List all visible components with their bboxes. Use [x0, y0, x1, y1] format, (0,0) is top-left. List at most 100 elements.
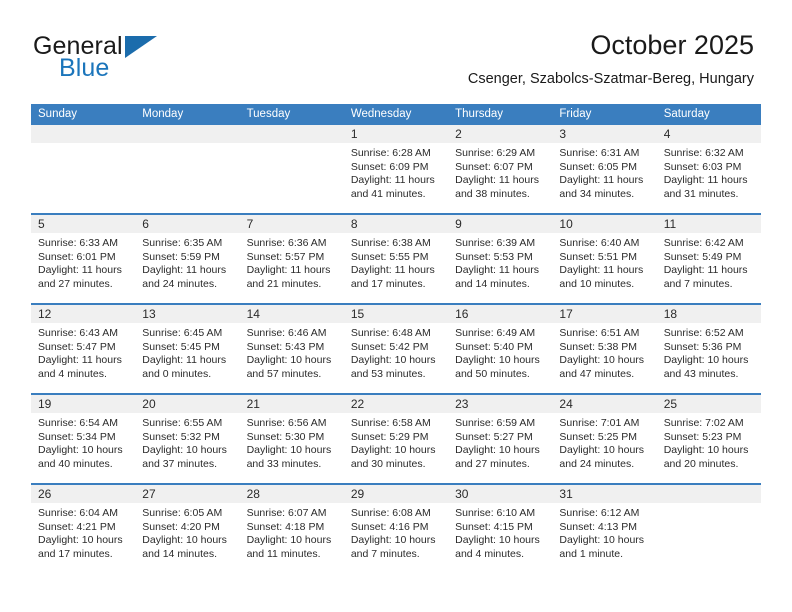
- daylight-text-line2: and 34 minutes.: [559, 187, 635, 200]
- calendar-day-cell[interactable]: 29 Sunrise: 6:08 AM Sunset: 4:16 PM Dayligh…: [343, 485, 449, 573]
- daylight-text-line2: and 47 minutes.: [559, 367, 635, 380]
- calendar-day-cell[interactable]: 10 Sunrise: 6:40 AM Sunset: 5:51 PM Dayligh…: [552, 215, 657, 303]
- daylight-text-line1: Daylight: 10 hours: [559, 534, 645, 547]
- daylight-text-line2: and 17 minutes.: [350, 277, 426, 290]
- sunrise-text: Sunrise: 7:01 AM: [559, 417, 640, 429]
- calendar-day-cell[interactable]: 11 Sunrise: 6:42 AM Sunset: 5:49 PM Dayligh…: [656, 215, 761, 303]
- day-sun-info: Sunrise: 7:02 AM Sunset: 5:23 PM Daylight:…: [657, 413, 761, 471]
- location-subtitle: Csenger, Szabolcs-Szatmar-Bereg, Hungary: [467, 71, 754, 87]
- day-number: 30: [448, 485, 553, 503]
- calendar-day-cell[interactable]: 21 Sunrise: 6:56 AM Sunset: 5:30 PM Dayligh…: [239, 395, 344, 483]
- sunset-text: Sunset: 6:07 PM: [455, 160, 533, 173]
- day-number: 19: [31, 395, 136, 413]
- daylight-text-line1: Daylight: 10 hours: [38, 534, 123, 547]
- day-sun-info: Sunrise: 6:45 AM Sunset: 5:45 PM Daylight:…: [135, 323, 239, 381]
- calendar-day-cell[interactable]: 30 Sunrise: 6:10 AM Sunset: 4:15 PM Dayligh…: [448, 485, 553, 573]
- sunrise-text: Sunrise: 6:32 AM: [663, 147, 744, 159]
- calendar-day-cell[interactable]: 13 Sunrise: 6:45 AM Sunset: 5:45 PM Dayligh…: [135, 305, 240, 393]
- calendar-day-cell[interactable]: 19 Sunrise: 6:54 AM Sunset: 5:34 PM Dayligh…: [31, 395, 136, 483]
- daylight-text-line2: and 11 minutes.: [246, 547, 321, 560]
- day-sun-info: Sunrise: 6:42 AM Sunset: 5:49 PM Daylight:…: [657, 233, 761, 291]
- daylight-text-line2: and 43 minutes.: [663, 367, 739, 380]
- page-header: General Blue October 2025 Csenger, Szabo…: [0, 0, 792, 100]
- calendar-day-cell[interactable]: 6 Sunrise: 6:35 AM Sunset: 5:59 PM Daylight…: [135, 215, 240, 303]
- calendar-day-cell[interactable]: 3 Sunrise: 6:31 AM Sunset: 6:05 PM Daylight…: [552, 125, 657, 213]
- calendar-day-cell[interactable]: 18 Sunrise: 6:52 AM Sunset: 5:36 PM Dayligh…: [656, 305, 761, 393]
- calendar-day-cell[interactable]: 20 Sunrise: 6:55 AM Sunset: 5:32 PM Dayligh…: [135, 395, 240, 483]
- day-sun-info: Sunrise: 6:40 AM Sunset: 5:51 PM Daylight:…: [552, 233, 656, 291]
- daylight-text-line2: and 53 minutes.: [350, 367, 426, 380]
- day-number: 1: [343, 125, 449, 143]
- daylight-text-line1: Daylight: 11 hours: [350, 264, 435, 277]
- sunrise-text: Sunrise: 6:33 AM: [38, 237, 118, 249]
- calendar-day-cell[interactable]: 22 Sunrise: 6:58 AM Sunset: 5:29 PM Dayligh…: [343, 395, 449, 483]
- sunset-text: Sunset: 5:30 PM: [246, 430, 325, 443]
- calendar-day-cell[interactable]: 17 Sunrise: 6:51 AM Sunset: 5:38 PM Dayligh…: [552, 305, 657, 393]
- calendar-day-cell[interactable]: 5 Sunrise: 6:33 AM Sunset: 6:01 PM Daylight…: [31, 215, 136, 303]
- calendar-day-cell[interactable]: 28 Sunrise: 6:07 AM Sunset: 4:18 PM Dayligh…: [239, 485, 344, 573]
- day-sun-info: Sunrise: 6:36 AM Sunset: 5:57 PM Daylight:…: [240, 233, 344, 291]
- sunset-text: Sunset: 5:42 PM: [350, 340, 429, 353]
- calendar-day-cell[interactable]: 2 Sunrise: 6:29 AM Sunset: 6:07 PM Daylight…: [448, 125, 553, 213]
- calendar-day-cell[interactable]: 4 Sunrise: 6:32 AM Sunset: 6:03 PM Daylight…: [656, 125, 761, 213]
- calendar-day-cell[interactable]: 27 Sunrise: 6:05 AM Sunset: 4:20 PM Dayligh…: [135, 485, 240, 573]
- sunrise-text: Sunrise: 7:02 AM: [663, 417, 744, 429]
- calendar-day-cell[interactable]: 26 Sunrise: 6:04 AM Sunset: 4:21 PM Dayligh…: [31, 485, 136, 573]
- daylight-text-line1: Daylight: 11 hours: [142, 354, 227, 367]
- day-sun-info: Sunrise: 6:32 AM Sunset: 6:03 PM Daylight:…: [657, 143, 761, 201]
- day-number: 21: [239, 395, 344, 413]
- day-number: 22: [343, 395, 449, 413]
- weekday-header-thursday: Thursday: [455, 108, 504, 120]
- daylight-text-line2: and 50 minutes.: [455, 367, 530, 380]
- sunset-text: Sunset: 6:03 PM: [663, 160, 742, 173]
- sunset-text: Sunset: 5:27 PM: [455, 430, 533, 443]
- calendar-week-row: 1 Sunrise: 6:28 AM Sunset: 6:09 PM Daylight…: [31, 125, 761, 213]
- daylight-text-line1: Daylight: 11 hours: [455, 174, 539, 187]
- daylight-text-line1: Daylight: 10 hours: [455, 534, 540, 547]
- sunset-text: Sunset: 4:13 PM: [559, 520, 638, 533]
- calendar-day-cell[interactable]: 24 Sunrise: 7:01 AM Sunset: 5:25 PM Dayligh…: [552, 395, 657, 483]
- day-sun-info: Sunrise: 6:54 AM Sunset: 5:34 PM Daylight:…: [31, 413, 135, 471]
- day-number: 27: [135, 485, 240, 503]
- sunrise-text: Sunrise: 6:58 AM: [350, 417, 431, 429]
- sunrise-text: Sunrise: 6:28 AM: [350, 147, 431, 159]
- day-number: 6: [135, 215, 240, 233]
- sunrise-text: Sunrise: 6:38 AM: [350, 237, 431, 249]
- calendar-day-cell[interactable]: 9 Sunrise: 6:39 AM Sunset: 5:53 PM Daylight…: [448, 215, 553, 303]
- calendar-day-cell[interactable]: 15 Sunrise: 6:48 AM Sunset: 5:42 PM Dayligh…: [343, 305, 449, 393]
- calendar-day-cell-empty: [31, 125, 136, 213]
- daylight-text-line2: and 27 minutes.: [455, 457, 530, 470]
- day-sun-info: Sunrise: 6:51 AM Sunset: 5:38 PM Daylight:…: [552, 323, 656, 381]
- calendar-day-cell[interactable]: 16 Sunrise: 6:49 AM Sunset: 5:40 PM Dayligh…: [448, 305, 553, 393]
- calendar-day-cell[interactable]: 25 Sunrise: 7:02 AM Sunset: 5:23 PM Dayligh…: [656, 395, 761, 483]
- day-number: [239, 125, 344, 143]
- daylight-text-line2: and 0 minutes.: [142, 367, 212, 380]
- sunrise-text: Sunrise: 6:10 AM: [455, 507, 536, 519]
- daylight-text-line2: and 14 minutes.: [455, 277, 530, 290]
- daylight-text-line1: Daylight: 10 hours: [142, 534, 227, 547]
- calendar-day-cell[interactable]: 23 Sunrise: 6:59 AM Sunset: 5:27 PM Dayligh…: [448, 395, 553, 483]
- daylight-text-line1: Daylight: 10 hours: [350, 444, 436, 457]
- weekday-header-wednesday: Wednesday: [350, 108, 412, 120]
- calendar-day-cell[interactable]: 7 Sunrise: 6:36 AM Sunset: 5:57 PM Daylight…: [239, 215, 344, 303]
- day-number: [31, 125, 136, 143]
- sunset-text: Sunset: 5:47 PM: [38, 340, 116, 353]
- daylight-text-line2: and 33 minutes.: [246, 457, 322, 470]
- calendar-day-cell[interactable]: 14 Sunrise: 6:46 AM Sunset: 5:43 PM Dayligh…: [239, 305, 344, 393]
- day-sun-info: Sunrise: 6:49 AM Sunset: 5:40 PM Daylight:…: [448, 323, 552, 381]
- brand-logo[interactable]: General Blue: [33, 33, 223, 85]
- page-title: October 2025: [590, 30, 754, 60]
- day-number: 29: [343, 485, 449, 503]
- day-sun-info: Sunrise: 6:56 AM Sunset: 5:30 PM Daylight:…: [240, 413, 344, 471]
- calendar-day-cell[interactable]: 12 Sunrise: 6:43 AM Sunset: 5:47 PM Dayligh…: [31, 305, 136, 393]
- calendar-day-cell[interactable]: 31 Sunrise: 6:12 AM Sunset: 4:13 PM Dayligh…: [552, 485, 657, 573]
- calendar-day-cell-empty: [656, 485, 761, 573]
- calendar-day-cell[interactable]: 8 Sunrise: 6:38 AM Sunset: 5:55 PM Daylight…: [343, 215, 449, 303]
- day-number: 10: [552, 215, 657, 233]
- daylight-text-line2: and 1 minute.: [559, 547, 624, 560]
- day-number: 18: [656, 305, 761, 323]
- calendar-day-cell[interactable]: 1 Sunrise: 6:28 AM Sunset: 6:09 PM Daylight…: [343, 125, 449, 213]
- daylight-text-line1: Daylight: 11 hours: [350, 174, 435, 187]
- day-number: [135, 125, 240, 143]
- daylight-text-line2: and 24 minutes.: [142, 277, 217, 290]
